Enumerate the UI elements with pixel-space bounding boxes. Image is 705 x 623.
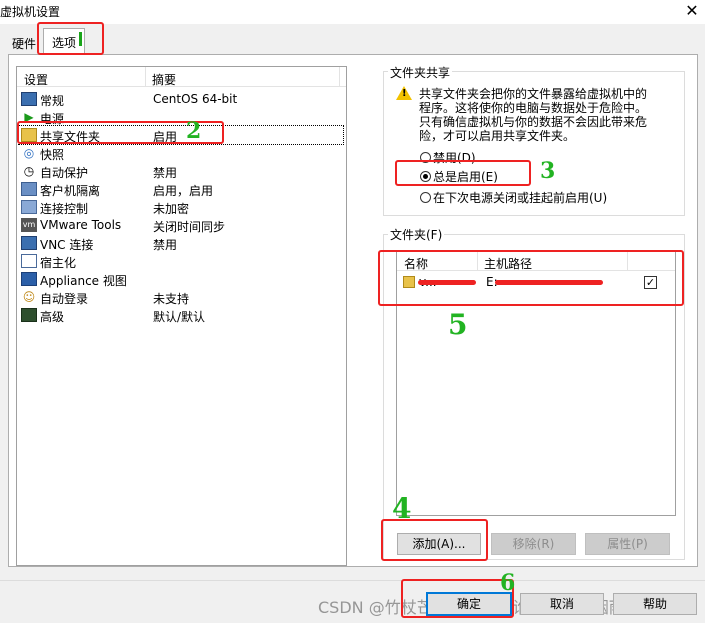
settings-row-vmware-tools[interactable]: vm VMware Tools 关闭时间同步 <box>19 216 343 234</box>
setting-summary: 禁用 <box>153 166 178 180</box>
shared-folders-group-title: 文件夹共享 <box>388 64 453 81</box>
annotation-number: 6 <box>500 570 516 596</box>
setting-name: VMware Tools <box>40 218 122 232</box>
annotation-box-folder-row <box>378 250 684 306</box>
setting-summary: CentOS 64-bit <box>153 92 238 106</box>
redaction-mark <box>418 280 476 285</box>
annotation-box-always-enabled <box>395 160 531 186</box>
column-divider[interactable] <box>339 67 340 87</box>
radio-enable-until-poweroff[interactable]: 在下次电源关闭或挂起前启用(U) <box>420 189 607 206</box>
vnc-icon <box>21 236 37 250</box>
settings-row-autologin[interactable]: ☺ 自动登录 未支持 <box>19 288 343 306</box>
list-header: 设置 摘要 <box>17 67 346 87</box>
snapshot-icon: ◎ <box>23 146 35 160</box>
setting-name: 自动登录 <box>40 292 89 306</box>
setting-name: 自动保护 <box>40 166 89 180</box>
settings-row-access-control[interactable]: 连接控制 未加密 <box>19 198 343 216</box>
setting-summary: 关闭时间同步 <box>153 220 226 234</box>
settings-row-unity[interactable]: 宿主化 <box>19 252 343 270</box>
footer-divider <box>0 580 705 581</box>
settings-row-guest-isolation[interactable]: 客户机隔离 启用，启用 <box>19 180 343 198</box>
annotation-number: 2 <box>186 118 202 144</box>
vmware-tools-icon: vm <box>21 218 37 232</box>
setting-name: 快照 <box>40 148 65 162</box>
access-control-icon <box>21 200 37 214</box>
setting-name: 宿主化 <box>40 256 77 270</box>
setting-summary: 启用，启用 <box>153 184 214 198</box>
isolation-icon <box>21 182 37 196</box>
setting-name: 客户机隔离 <box>40 184 101 198</box>
setting-name: 常规 <box>40 94 65 108</box>
annotation-number: 5 <box>448 308 468 341</box>
column-divider[interactable] <box>145 67 146 87</box>
annotation-number: 3 <box>540 158 556 184</box>
cancel-button[interactable]: 取消 <box>520 593 604 615</box>
annotation-number: 4 <box>392 492 412 525</box>
appliance-icon <box>21 272 37 286</box>
settings-row-vnc[interactable]: VNC 连接 禁用 <box>19 234 343 252</box>
setting-name: 高级 <box>40 310 65 324</box>
settings-row-advanced[interactable]: 高级 默认/默认 <box>19 306 343 324</box>
unity-icon <box>21 254 37 268</box>
folder-properties-button[interactable]: 属性(P) <box>585 533 670 555</box>
settings-row-general[interactable]: 常规 CentOS 64-bit <box>19 90 343 108</box>
folders-group-title: 文件夹(F) <box>388 226 445 243</box>
warning-text-line: 险，才可以启用共享文件夹。 <box>419 129 576 143</box>
annotation-box-add-button <box>381 519 488 561</box>
help-button[interactable]: 帮助 <box>613 593 697 615</box>
remove-folder-button[interactable]: 移除(R) <box>491 533 576 555</box>
warning-icon-mark: ! <box>402 88 407 99</box>
settings-row-appliance-view[interactable]: Appliance 视图 <box>19 270 343 288</box>
column-header-setting[interactable]: 设置 <box>24 71 48 88</box>
advanced-icon <box>21 308 37 322</box>
settings-row-autoprotect[interactable]: ◷ 自动保护 禁用 <box>19 162 343 180</box>
setting-name: Appliance 视图 <box>40 274 127 288</box>
setting-name: 连接控制 <box>40 202 89 216</box>
redaction-mark <box>495 280 603 285</box>
annotation-box-ok-button <box>401 579 514 618</box>
setting-name: VNC 连接 <box>40 238 94 252</box>
settings-row-snapshots[interactable]: ◎ 快照 <box>19 144 343 162</box>
column-header-summary[interactable]: 摘要 <box>152 71 176 88</box>
setting-summary: 禁用 <box>153 238 178 252</box>
title-bar: 虚拟机设置 ✕ <box>0 0 705 24</box>
window-title: 虚拟机设置 <box>0 5 61 19</box>
setting-summary: 默认/默认 <box>153 310 206 324</box>
clock-icon: ◷ <box>23 164 35 178</box>
setting-summary: 未支持 <box>153 292 190 306</box>
radio-button[interactable] <box>420 192 431 203</box>
radio-label: 在下次电源关闭或挂起前启用(U) <box>433 191 608 205</box>
monitor-icon <box>21 92 37 106</box>
autologin-icon: ☺ <box>22 290 36 304</box>
setting-summary: 未加密 <box>153 202 190 216</box>
close-icon[interactable]: ✕ <box>680 0 704 22</box>
annotation-box-options-tab <box>37 22 104 55</box>
